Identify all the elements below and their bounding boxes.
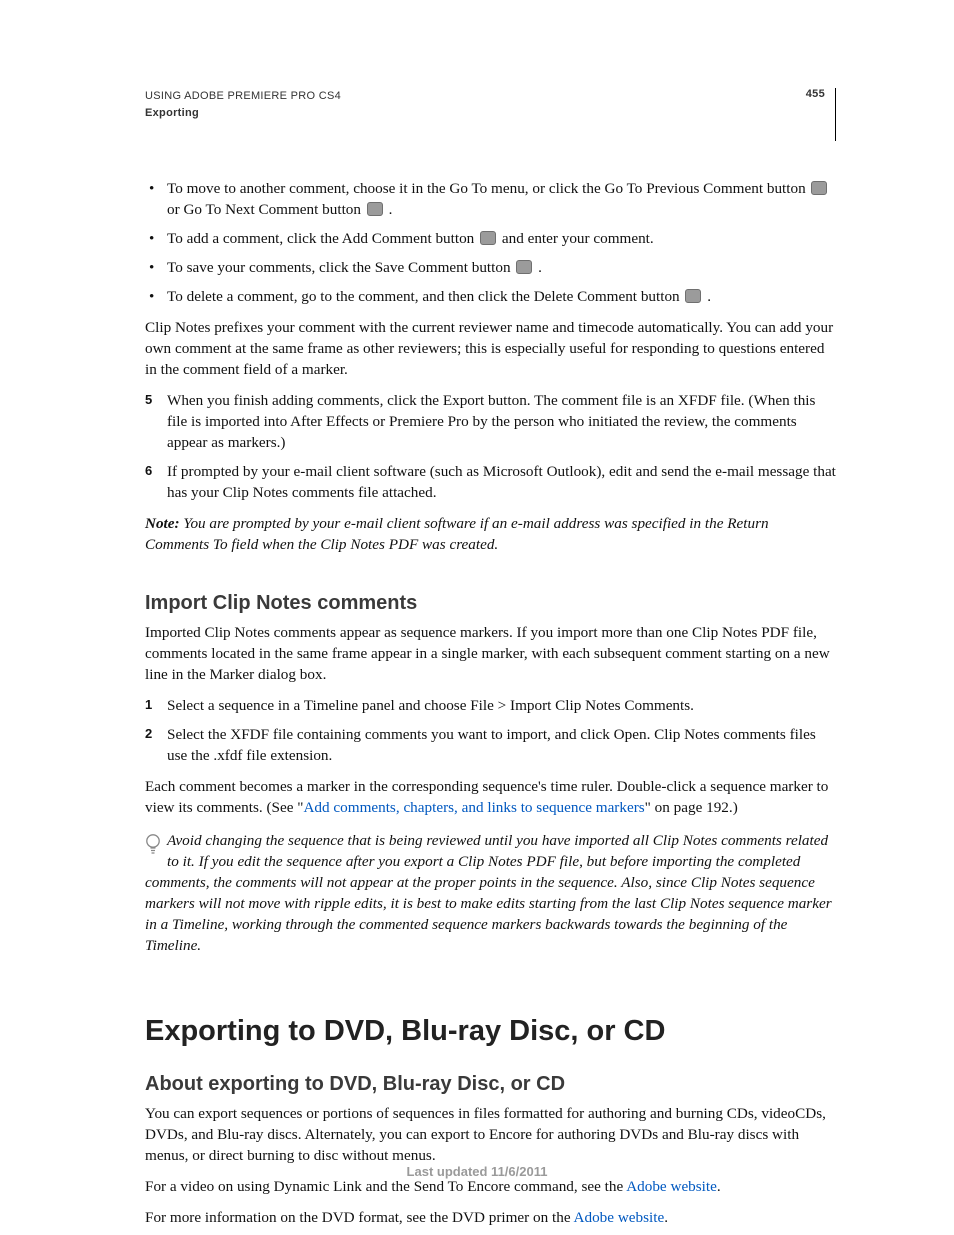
document-page: USING ADOBE PREMIERE PRO CS4 Exporting 4…	[0, 0, 954, 1235]
text: For a video on using Dynamic Link and th…	[145, 1178, 626, 1195]
bullet-text: .	[389, 201, 393, 218]
list-item: 1 Select a sequence in a Timeline panel …	[145, 696, 836, 717]
bullet-text: To save your comments, click the Save Co…	[167, 259, 514, 276]
page-content: To move to another comment, choose it in…	[145, 179, 836, 1229]
steps-5-6: 5 When you finish adding comments, click…	[145, 391, 836, 504]
step-number: 2	[145, 725, 152, 743]
list-item: To add a comment, click the Add Comment …	[145, 229, 836, 250]
doc-title: USING ADOBE PREMIERE PRO CS4	[145, 88, 341, 105]
text: .	[717, 1178, 721, 1195]
step-number: 5	[145, 391, 152, 409]
bullet-text: .	[538, 259, 542, 276]
link-add-comments-chapters[interactable]: Add comments, chapters, and links to seq…	[303, 799, 644, 816]
link-adobe-website-1[interactable]: Adobe website	[626, 1178, 717, 1195]
bullet-text: and enter your comment.	[502, 230, 654, 247]
page-header: USING ADOBE PREMIERE PRO CS4 Exporting 4…	[145, 88, 836, 141]
text: .	[664, 1209, 668, 1226]
bullet-text: To move to another comment, choose it in…	[167, 180, 809, 197]
heading-import-clip-notes: Import Clip Notes comments	[145, 590, 836, 618]
delete-comment-icon	[685, 289, 701, 303]
note-paragraph: Note: You are prompted by your e-mail cl…	[145, 514, 836, 556]
text: " on page 192.)	[645, 799, 738, 816]
bullet-text: .	[707, 288, 711, 305]
list-item: To save your comments, click the Save Co…	[145, 258, 836, 279]
step-text: Select the XFDF file containing comments…	[167, 726, 816, 764]
import-after-paragraph: Each comment becomes a marker in the cor…	[145, 777, 836, 819]
import-steps: 1 Select a sequence in a Timeline panel …	[145, 696, 836, 767]
list-item: 5 When you finish adding comments, click…	[145, 391, 836, 454]
top-bullet-list: To move to another comment, choose it in…	[145, 179, 836, 308]
next-comment-icon	[367, 202, 383, 216]
heading-about-exporting: About exporting to DVD, Blu-ray Disc, or…	[145, 1071, 836, 1099]
page-number: 455	[806, 88, 825, 100]
page-footer: Last updated 11/6/2011	[0, 1164, 954, 1179]
import-intro: Imported Clip Notes comments appear as s…	[145, 623, 836, 686]
tip-block: Avoid changing the sequence that is bein…	[145, 831, 836, 957]
step-number: 1	[145, 696, 152, 714]
bullet-text: To delete a comment, go to the comment, …	[167, 288, 683, 305]
save-comment-icon	[516, 260, 532, 274]
step-text: If prompted by your e-mail client softwa…	[167, 463, 836, 501]
header-titles: USING ADOBE PREMIERE PRO CS4 Exporting	[145, 88, 341, 121]
link-adobe-website-2[interactable]: Adobe website	[574, 1209, 665, 1226]
note-text: You are prompted by your e-mail client s…	[145, 515, 769, 553]
previous-comment-icon	[811, 181, 827, 195]
lightbulb-icon	[145, 833, 163, 855]
tip-text: Avoid changing the sequence that is bein…	[145, 832, 832, 954]
paragraph-prefix-note: Clip Notes prefixes your comment with th…	[145, 318, 836, 381]
list-item: To move to another comment, choose it in…	[145, 179, 836, 221]
step-number: 6	[145, 462, 152, 480]
export-p2: For a video on using Dynamic Link and th…	[145, 1177, 836, 1198]
note-label: Note:	[145, 515, 180, 532]
heading-exporting-dvd: Exporting to DVD, Blu-ray Disc, or CD	[145, 1011, 836, 1051]
list-item: 6 If prompted by your e-mail client soft…	[145, 462, 836, 504]
list-item: 2 Select the XFDF file containing commen…	[145, 725, 836, 767]
text: For more information on the DVD format, …	[145, 1209, 574, 1226]
step-text: Select a sequence in a Timeline panel an…	[167, 697, 694, 714]
export-p1: You can export sequences or portions of …	[145, 1104, 836, 1167]
add-comment-icon	[480, 231, 496, 245]
bullet-text: or Go To Next Comment button	[167, 201, 365, 218]
step-text: When you finish adding comments, click t…	[167, 392, 815, 451]
doc-section: Exporting	[145, 105, 341, 122]
export-p3: For more information on the DVD format, …	[145, 1208, 836, 1229]
list-item: To delete a comment, go to the comment, …	[145, 287, 836, 308]
bullet-text: To add a comment, click the Add Comment …	[167, 230, 478, 247]
